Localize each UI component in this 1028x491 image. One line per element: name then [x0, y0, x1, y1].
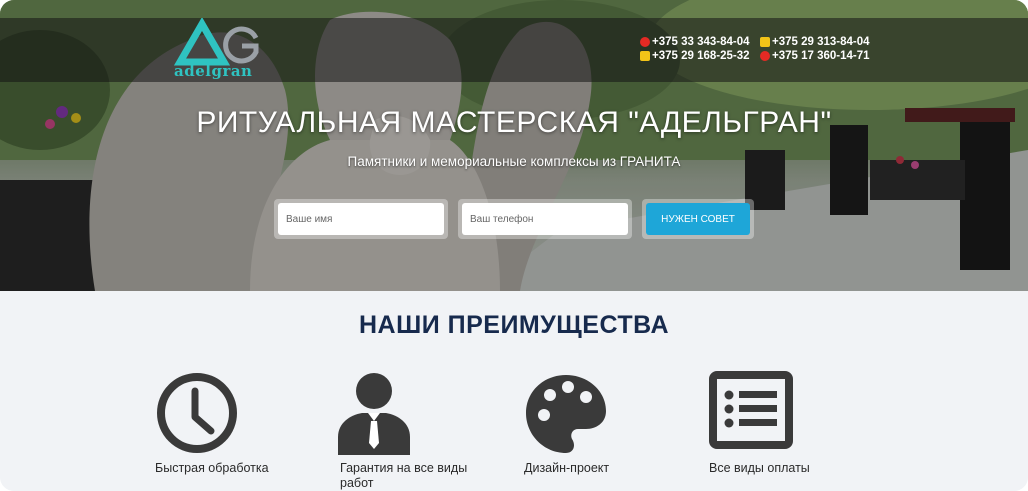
- phone-link-1[interactable]: +375 33 343-84-04: [640, 36, 750, 48]
- businessman-icon: [338, 373, 410, 455]
- phone-number: +375 17 360-14-71: [772, 50, 870, 62]
- mts-icon: [760, 51, 770, 61]
- advantage-label: Дизайн-проект: [524, 461, 610, 475]
- phone-number: +375 33 343-84-04: [652, 36, 750, 48]
- mts-icon: [640, 37, 650, 47]
- clock-icon: [157, 373, 237, 453]
- hero-subtitle: Памятники и мемориальные комплексы из ГР…: [347, 154, 681, 169]
- name-field-wrap: [274, 199, 448, 239]
- phone-input[interactable]: [462, 203, 628, 235]
- phone-number: +375 29 313-84-04: [772, 36, 870, 48]
- logo-mark-icon: [173, 18, 259, 66]
- list-icon: [709, 371, 793, 449]
- advantage-label: Все виды оплаты: [709, 461, 810, 475]
- palette-icon: [526, 375, 606, 453]
- logo-text: adelgran: [174, 62, 253, 80]
- header-bar: [0, 18, 1028, 82]
- phone-number: +375 29 168-25-32: [652, 50, 750, 62]
- advantages-title: НАШИ ПРЕИМУЩЕСТВА: [358, 311, 670, 339]
- phone-link-2[interactable]: +375 29 313-84-04: [760, 36, 870, 48]
- advantage-label: Гарантия на все виды работ: [340, 461, 468, 490]
- phone-field-wrap: [458, 199, 632, 239]
- phone-link-4[interactable]: +375 17 360-14-71: [760, 50, 870, 62]
- a1-icon: [760, 37, 770, 47]
- phone-link-3[interactable]: +375 29 168-25-32: [640, 50, 750, 62]
- logo[interactable]: adelgran: [172, 18, 264, 82]
- advantages-section: НАШИ ПРЕИМУЩЕСТВА Быстрая обработка Гара…: [0, 291, 1028, 491]
- page: adelgran +375 33 343-84-04 +375 29 313-8…: [0, 0, 1028, 491]
- consult-button[interactable]: Нужен совет: [646, 203, 750, 235]
- name-input[interactable]: [278, 203, 444, 235]
- hero-section: adelgran +375 33 343-84-04 +375 29 313-8…: [0, 0, 1028, 291]
- submit-wrap: Нужен совет: [642, 199, 754, 239]
- a1-icon: [640, 51, 650, 61]
- hero-title: РИТУАЛЬНАЯ МАСТЕРСКАЯ "АДЕЛЬГРАН": [196, 106, 832, 139]
- advantage-label: Быстрая обработка: [155, 461, 269, 475]
